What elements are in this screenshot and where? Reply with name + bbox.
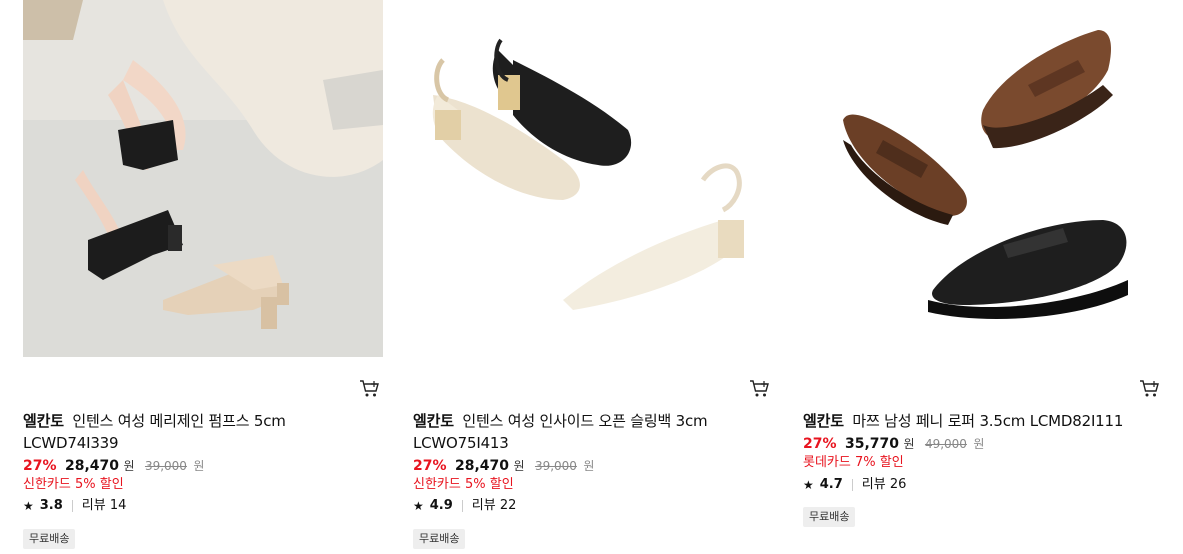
divider — [851, 479, 853, 491]
brand-name: 엘칸토 — [23, 412, 64, 430]
rating-row: ★ 4.7 리뷰 26 — [803, 476, 906, 494]
price-row: 27% 28,470 원 39,000 원 — [413, 456, 594, 476]
sale-price: 28,470 — [64, 458, 119, 474]
card-discount-promo: 신한카드 5% 할인 — [23, 477, 124, 492]
cart-icon[interactable] — [1139, 379, 1161, 399]
discount-rate: 27% — [23, 458, 57, 474]
rating-score: 4.9 — [429, 498, 453, 513]
product-image[interactable] — [803, 0, 1163, 357]
brand-name: 엘칸토 — [803, 412, 844, 430]
star-icon: ★ — [23, 499, 34, 513]
discount-rate: 27% — [413, 458, 447, 474]
price-unit: 원 — [513, 459, 525, 473]
divider — [461, 500, 463, 512]
original-price-unit: 원 — [973, 437, 985, 451]
product-image[interactable] — [413, 0, 773, 357]
discount-rate: 27% — [803, 436, 837, 452]
cart-icon-svg — [750, 380, 769, 397]
card-discount-promo: 롯데카드 7% 할인 — [803, 455, 904, 470]
review-count: 리뷰 14 — [81, 498, 127, 513]
star-icon: ★ — [413, 499, 424, 513]
cart-icon[interactable] — [359, 379, 381, 399]
price-row: 27% 28,470 원 39,000 원 — [23, 456, 204, 476]
product-name: 인텐스 여성 인사이드 오픈 슬링백 3cm LCWO75I413 — [413, 412, 708, 452]
cart-icon-svg — [1140, 380, 1159, 397]
original-price: 49,000 — [924, 437, 967, 451]
slingback-shoes-image — [413, 0, 773, 357]
original-price: 39,000 — [144, 459, 187, 473]
brand-name: 엘칸토 — [413, 412, 454, 430]
product-card[interactable]: 엘칸토 인텐스 여성 메리제인 펌프스 5cm LCWD74I339 27% 2… — [23, 0, 383, 554]
rating-score: 4.7 — [819, 477, 843, 492]
cart-icon-svg — [360, 380, 379, 397]
product-title[interactable]: 엘칸토 인텐스 여성 메리제인 펌프스 5cm LCWD74I339 — [23, 410, 353, 454]
rating-row: ★ 4.9 리뷰 22 — [413, 497, 516, 515]
mary-jane-pumps-image — [23, 0, 383, 357]
star-icon: ★ — [803, 478, 814, 492]
card-discount-promo: 신한카드 5% 할인 — [413, 477, 514, 492]
rating-score: 3.8 — [39, 498, 63, 513]
free-shipping-badge: 무료배송 — [413, 529, 466, 549]
review-count: 리뷰 22 — [471, 498, 517, 513]
price-unit: 원 — [123, 459, 135, 473]
sale-price: 35,770 — [844, 436, 899, 452]
sale-price: 28,470 — [454, 458, 509, 474]
original-price-unit: 원 — [193, 459, 205, 473]
product-card[interactable]: 엘칸토 인텐스 여성 인사이드 오픈 슬링백 3cm LCWO75I413 27… — [413, 0, 773, 554]
free-shipping-badge: 무료배송 — [23, 529, 76, 549]
cart-icon[interactable] — [749, 379, 771, 399]
product-title[interactable]: 엘칸토 마쯔 남성 페니 로퍼 3.5cm LCMD82I111 — [803, 410, 1133, 432]
free-shipping-badge: 무료배송 — [803, 507, 856, 527]
rating-row: ★ 3.8 리뷰 14 — [23, 497, 126, 515]
product-image[interactable] — [23, 0, 383, 357]
product-name: 마쯔 남성 페니 로퍼 3.5cm LCMD82I111 — [852, 412, 1124, 430]
product-grid: 엘칸토 인텐스 여성 메리제인 펌프스 5cm LCWD74I339 27% 2… — [0, 0, 1183, 554]
review-count: 리뷰 26 — [861, 477, 907, 492]
original-price: 39,000 — [534, 459, 577, 473]
original-price-unit: 원 — [583, 459, 595, 473]
price-unit: 원 — [903, 437, 915, 451]
penny-loafers-image — [803, 0, 1163, 357]
product-card[interactable]: 엘칸토 마쯔 남성 페니 로퍼 3.5cm LCMD82I111 27% 35,… — [803, 0, 1163, 554]
divider — [71, 500, 73, 512]
product-title[interactable]: 엘칸토 인텐스 여성 인사이드 오픈 슬링백 3cm LCWO75I413 — [413, 410, 743, 454]
price-row: 27% 35,770 원 49,000 원 — [803, 434, 984, 454]
